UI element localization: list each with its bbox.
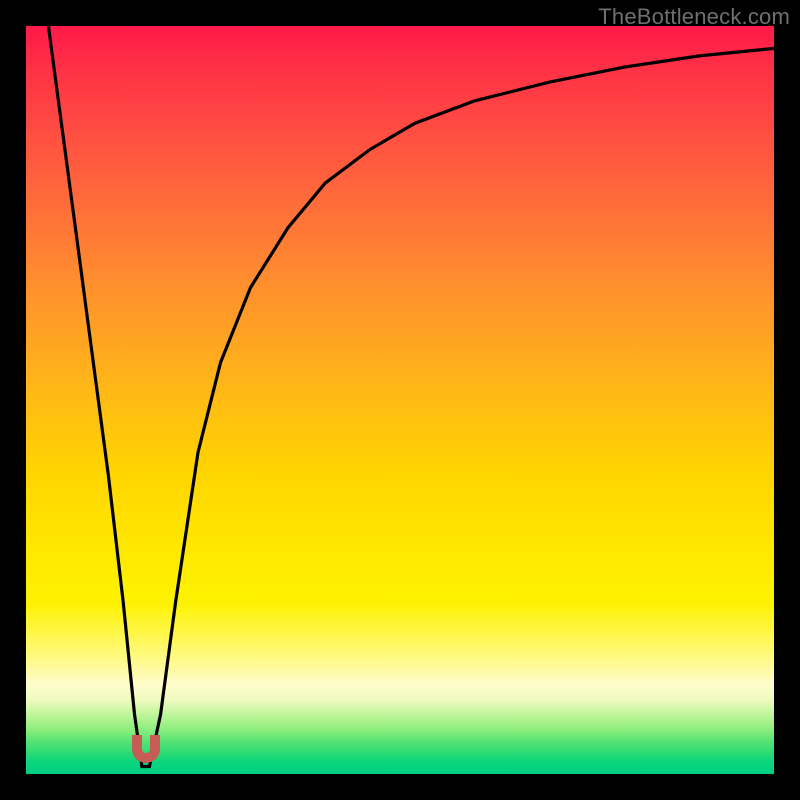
watermark-text: TheBottleneck.com: [598, 4, 790, 30]
optimal-point-marker: [132, 735, 160, 763]
chart-frame: TheBottleneck.com: [0, 0, 800, 800]
plot-area: [26, 26, 774, 774]
bottleneck-curve: [26, 26, 774, 774]
